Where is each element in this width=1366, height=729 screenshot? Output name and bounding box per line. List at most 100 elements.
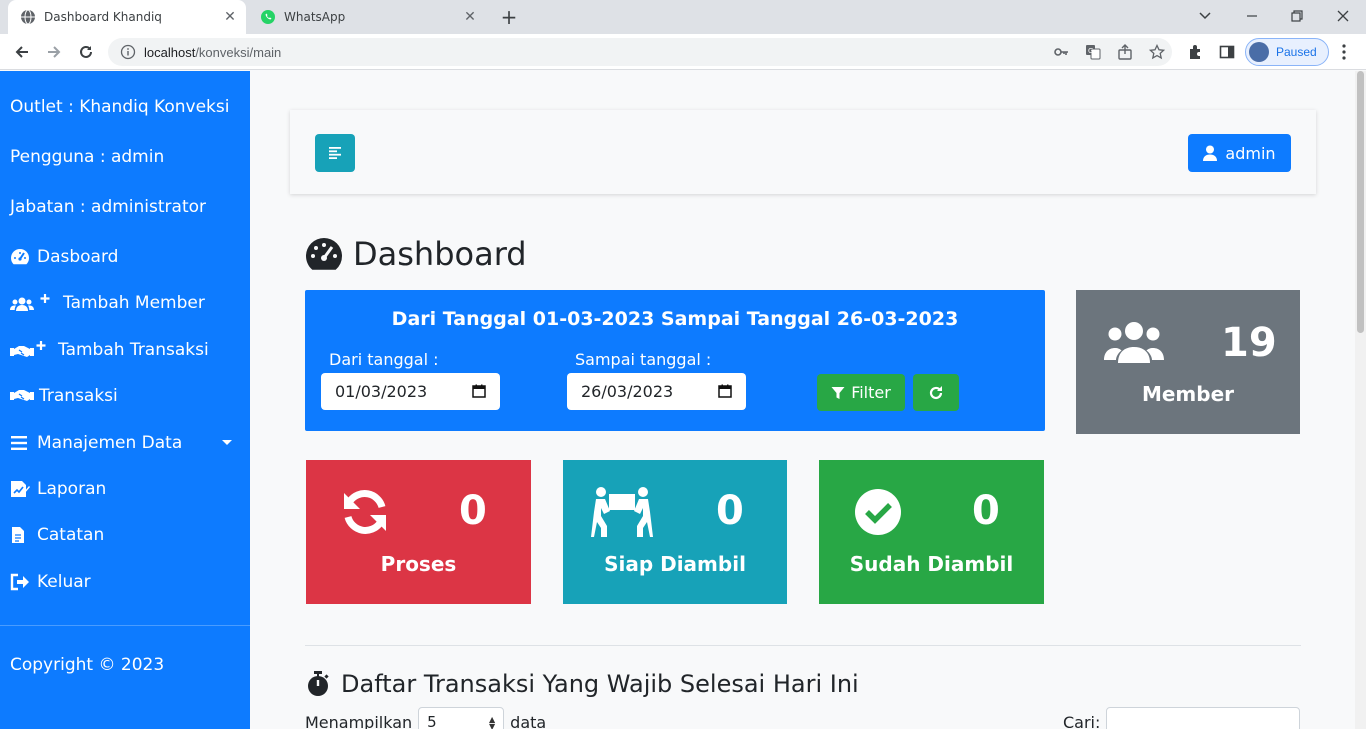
sidebar-toggle-button[interactable] [315, 134, 355, 172]
profile-paused-button[interactable]: Paused [1245, 38, 1329, 66]
sidebar-item-label: Keluar [37, 572, 91, 592]
stat-card-member: 19 Member [1076, 290, 1300, 434]
handshake-plus-icon [10, 341, 53, 359]
sync-icon [344, 490, 386, 534]
tab-title: Dashboard Khandiq [44, 10, 162, 24]
funnel-icon [831, 386, 845, 399]
chevron-down-icon[interactable] [1194, 5, 1216, 27]
table-length-control: Menampilkan 5 ▲ ▼ data [305, 707, 547, 729]
date-filter-panel: Dari Tanggal 01-03-2023 Sampai Tanggal 2… [305, 290, 1045, 431]
sidebar: Outlet : Khandiq Konveksi Pengguna : adm… [0, 71, 250, 729]
sidebar-item-dashboard[interactable]: Dasboard [10, 242, 240, 272]
filter-button[interactable]: Filter [817, 374, 905, 411]
restore-icon[interactable] [1286, 5, 1308, 27]
file-icon [10, 526, 32, 544]
sidebar-item-keluar[interactable]: Keluar [10, 567, 240, 597]
section-divider [305, 645, 1301, 646]
bookmark-star-icon[interactable] [1148, 43, 1166, 61]
new-tab-button[interactable]: + [497, 6, 521, 30]
close-tab-icon[interactable]: ✕ [222, 9, 238, 25]
member-label: Member [1141, 382, 1235, 406]
tab-dashboard[interactable]: Dashboard Khandiq ✕ [8, 0, 246, 34]
extensions-puzzle-icon[interactable] [1184, 40, 1206, 64]
page-size-select[interactable]: 5 ▲ ▼ [418, 707, 505, 729]
user-icon [1203, 145, 1218, 161]
user-menu-button[interactable]: admin [1188, 134, 1291, 172]
stat-card-proses: 0 Proses [306, 460, 531, 604]
siap-diambil-count: 0 [716, 488, 744, 534]
search-input[interactable] [1106, 707, 1301, 729]
sidebar-item-label: Tambah Transaksi [58, 340, 209, 360]
back-arrow-icon[interactable] [10, 40, 34, 64]
sidebar-item-laporan[interactable]: Laporan [10, 474, 240, 504]
sidebar-item-tambah-transaksi[interactable]: Tambah Transaksi [10, 335, 240, 365]
length-suffix: data [510, 712, 547, 729]
sidebar-item-label: Laporan [37, 479, 107, 499]
tab-title: WhatsApp [284, 10, 346, 24]
member-count: 19 [1221, 320, 1277, 366]
address-bar[interactable]: localhost/konveksi/main G [108, 38, 1172, 66]
users-icon [1104, 322, 1164, 363]
browser-toolbar: localhost/konveksi/main G Paused [0, 34, 1366, 70]
sudah-diambil-label: Sudah Diambil [849, 552, 1014, 576]
search-label: Cari: [1063, 712, 1101, 729]
stopwatch-icon [308, 671, 329, 696]
calendar-icon[interactable] [718, 384, 732, 398]
from-date-input[interactable]: 01/03/2023 [321, 373, 500, 410]
calendar-icon[interactable] [472, 384, 486, 398]
sidebar-item-label: Tambah Member [63, 293, 205, 313]
report-icon [10, 480, 32, 498]
bars-icon [10, 434, 32, 452]
profile-status-label: Paused [1276, 45, 1317, 59]
redo-icon [929, 385, 943, 399]
key-icon[interactable] [1052, 43, 1070, 61]
from-date-value: 01/03/2023 [335, 382, 428, 401]
forward-arrow-icon[interactable] [42, 40, 66, 64]
minimize-icon[interactable] [1241, 5, 1263, 27]
side-panel-icon[interactable] [1216, 40, 1238, 64]
close-tab-icon[interactable]: ✕ [462, 9, 478, 25]
share-icon[interactable] [1116, 43, 1134, 61]
section-title-text: Daftar Transaksi Yang Wajib Selesai Hari… [341, 670, 859, 698]
avatar [1249, 42, 1269, 62]
browser-tab-strip: Dashboard Khandiq ✕ WhatsApp ✕ + [0, 0, 1366, 34]
sidebar-item-label: Dasboard [37, 247, 119, 267]
to-date-value: 26/03/2023 [581, 382, 674, 401]
siap-diambil-label: Siap Diambil [604, 552, 746, 576]
handshake-icon [10, 387, 34, 405]
table-search-control: Cari: [1063, 707, 1301, 729]
sidebar-item-transaksi[interactable]: Transaksi [10, 381, 240, 411]
page-scrollbar[interactable] [1355, 71, 1366, 729]
sidebar-item-tambah-member[interactable]: Tambah Member [10, 288, 240, 318]
sign-out-icon [10, 573, 32, 591]
reset-filter-button[interactable] [913, 374, 959, 411]
copyright-text: Copyright © 2023 [10, 655, 165, 675]
select-arrows-icon: ▲ ▼ [489, 715, 496, 729]
reload-icon[interactable] [74, 40, 98, 64]
kebab-menu-icon[interactable] [1334, 40, 1354, 64]
info-icon[interactable] [120, 44, 136, 60]
align-left-icon [329, 147, 341, 159]
section-title: Daftar Transaksi Yang Wajib Selesai Hari… [305, 666, 859, 702]
globe-icon [20, 9, 36, 25]
sidebar-item-manajemen-data[interactable]: Manajemen Data [10, 428, 240, 458]
proses-label: Proses [380, 552, 457, 576]
tachometer-icon [306, 238, 342, 270]
filter-heading: Dari Tanggal 01-03-2023 Sampai Tanggal 2… [391, 308, 959, 330]
close-window-icon[interactable] [1332, 5, 1354, 27]
page-size-value: 5 [427, 713, 437, 729]
scrollbar-thumb[interactable] [1357, 71, 1364, 333]
sidebar-item-catatan[interactable]: Catatan [10, 520, 240, 550]
tab-whatsapp[interactable]: WhatsApp ✕ [248, 0, 486, 34]
sidebar-divider [0, 625, 250, 626]
translate-icon[interactable]: G [1084, 43, 1102, 61]
role-info: Jabatan : administrator [10, 197, 207, 217]
filter-button-label: Filter [851, 383, 891, 402]
check-circle-icon [855, 489, 901, 535]
to-date-label: Sampai tanggal : [575, 350, 712, 369]
tachometer-icon [10, 248, 32, 266]
page-title: Dashboard [305, 232, 527, 276]
sidebar-item-label: Manajemen Data [37, 433, 183, 453]
svg-text:G: G [1088, 47, 1093, 55]
to-date-input[interactable]: 26/03/2023 [567, 373, 746, 410]
